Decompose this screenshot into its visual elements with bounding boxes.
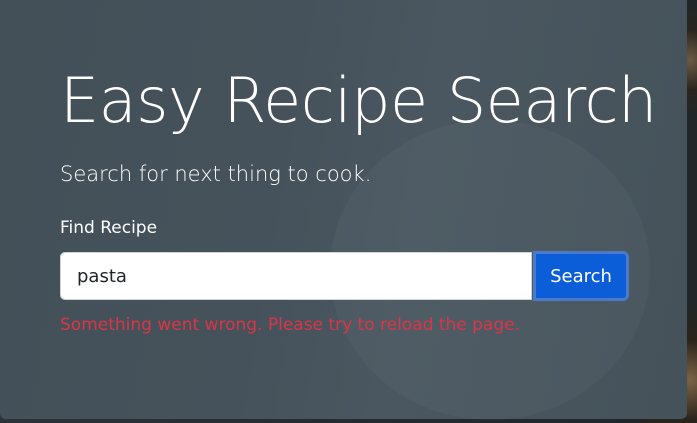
recipe-search-input[interactable] (60, 252, 532, 300)
find-recipe-label: Find Recipe (60, 218, 158, 238)
search-card: Easy Recipe Search Search for next thing… (0, 0, 687, 419)
error-message: Something went wrong. Please try to relo… (60, 315, 520, 335)
page-title: Easy Recipe Search (60, 64, 657, 137)
search-button[interactable]: Search (533, 251, 629, 301)
page-subtitle: Search for next thing to cook. (60, 162, 372, 186)
